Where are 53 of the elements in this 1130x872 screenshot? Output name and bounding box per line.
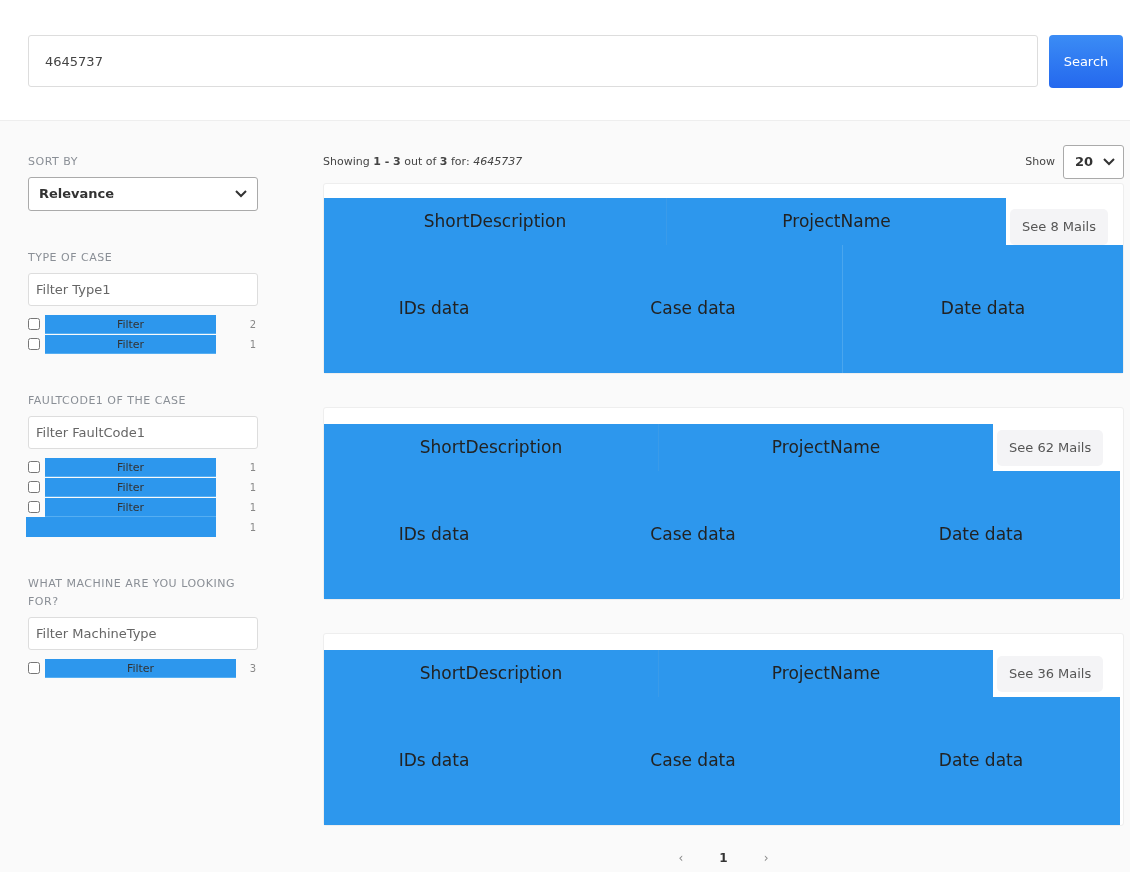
search-button[interactable]: Search xyxy=(1049,35,1123,88)
short-description: ShortDescription xyxy=(324,424,658,471)
search-field[interactable]: 4645737 xyxy=(28,35,1038,87)
option-count: 1 xyxy=(249,460,257,475)
section-title: FAULTCODE1 OF THE CASE xyxy=(28,393,187,409)
option-count: 3 xyxy=(249,661,257,676)
checkbox[interactable] xyxy=(28,338,40,350)
checkbox[interactable] xyxy=(28,501,40,513)
filter-option[interactable]: Filter xyxy=(45,314,216,334)
data-cell: Date data xyxy=(842,245,1123,373)
option-count: 1 xyxy=(249,500,257,515)
section-title: TYPE OF CASE xyxy=(28,250,114,266)
data-cell-text: Case data xyxy=(649,523,737,547)
data-cell-text: Date data xyxy=(937,749,1025,773)
see-mails-button[interactable]: See 62 Mails xyxy=(997,429,1104,466)
sort-select[interactable]: Relevance xyxy=(28,177,258,211)
filter-option[interactable]: Filter xyxy=(45,497,216,517)
checkbox[interactable] xyxy=(28,461,40,473)
chevron-down-icon xyxy=(1103,158,1115,166)
data-cell-text: IDs data xyxy=(397,297,471,321)
filter-option[interactable]: Filter xyxy=(45,457,216,477)
filter-option[interactable]: Filter xyxy=(45,477,216,497)
show-label: Show xyxy=(1025,153,1055,170)
data-cell-text: IDs data xyxy=(397,749,471,773)
option-count: 1 xyxy=(249,520,257,535)
option-count: 1 xyxy=(249,480,257,495)
see-mails-button[interactable]: See 8 Mails xyxy=(1010,209,1108,245)
filter-option[interactable]: Filter xyxy=(45,334,216,354)
page-link[interactable]: 1 xyxy=(715,849,732,867)
data-cell-text: Case data xyxy=(649,297,737,321)
option-count: 1 xyxy=(249,337,257,352)
chevron-down-icon xyxy=(235,190,247,198)
checkbox[interactable] xyxy=(28,662,40,674)
data-cell-text: Case data xyxy=(649,749,737,773)
section-title: SORT BY xyxy=(28,154,79,170)
filter-field[interactable]: Filter MachineType xyxy=(28,617,258,650)
project-name: ProjectName xyxy=(658,424,993,471)
data-cell-text: Date data xyxy=(937,523,1025,547)
filter-field[interactable]: Filter FaultCode1 xyxy=(28,416,258,449)
results-summary: Showing 1 - 3 out of 3 for: 4645737 xyxy=(323,153,523,170)
checkbox[interactable] xyxy=(28,481,40,493)
project-name: ProjectName xyxy=(666,198,1006,245)
short-description: ShortDescription xyxy=(324,650,658,697)
data-cell-text: IDs data xyxy=(397,523,471,547)
filter-field[interactable]: Filter Type1 xyxy=(28,273,258,306)
option-count: 2 xyxy=(249,317,257,332)
section-title: WHAT MACHINE ARE YOU LOOKING FOR? xyxy=(28,576,236,610)
filter-option[interactable]: Filter xyxy=(45,658,236,678)
see-mails-button[interactable]: See 36 Mails xyxy=(997,655,1104,692)
page-size-select[interactable]: 20 xyxy=(1063,145,1124,179)
project-name: ProjectName xyxy=(658,650,993,697)
checkbox[interactable] xyxy=(28,318,40,330)
short-description: ShortDescription xyxy=(324,198,666,245)
